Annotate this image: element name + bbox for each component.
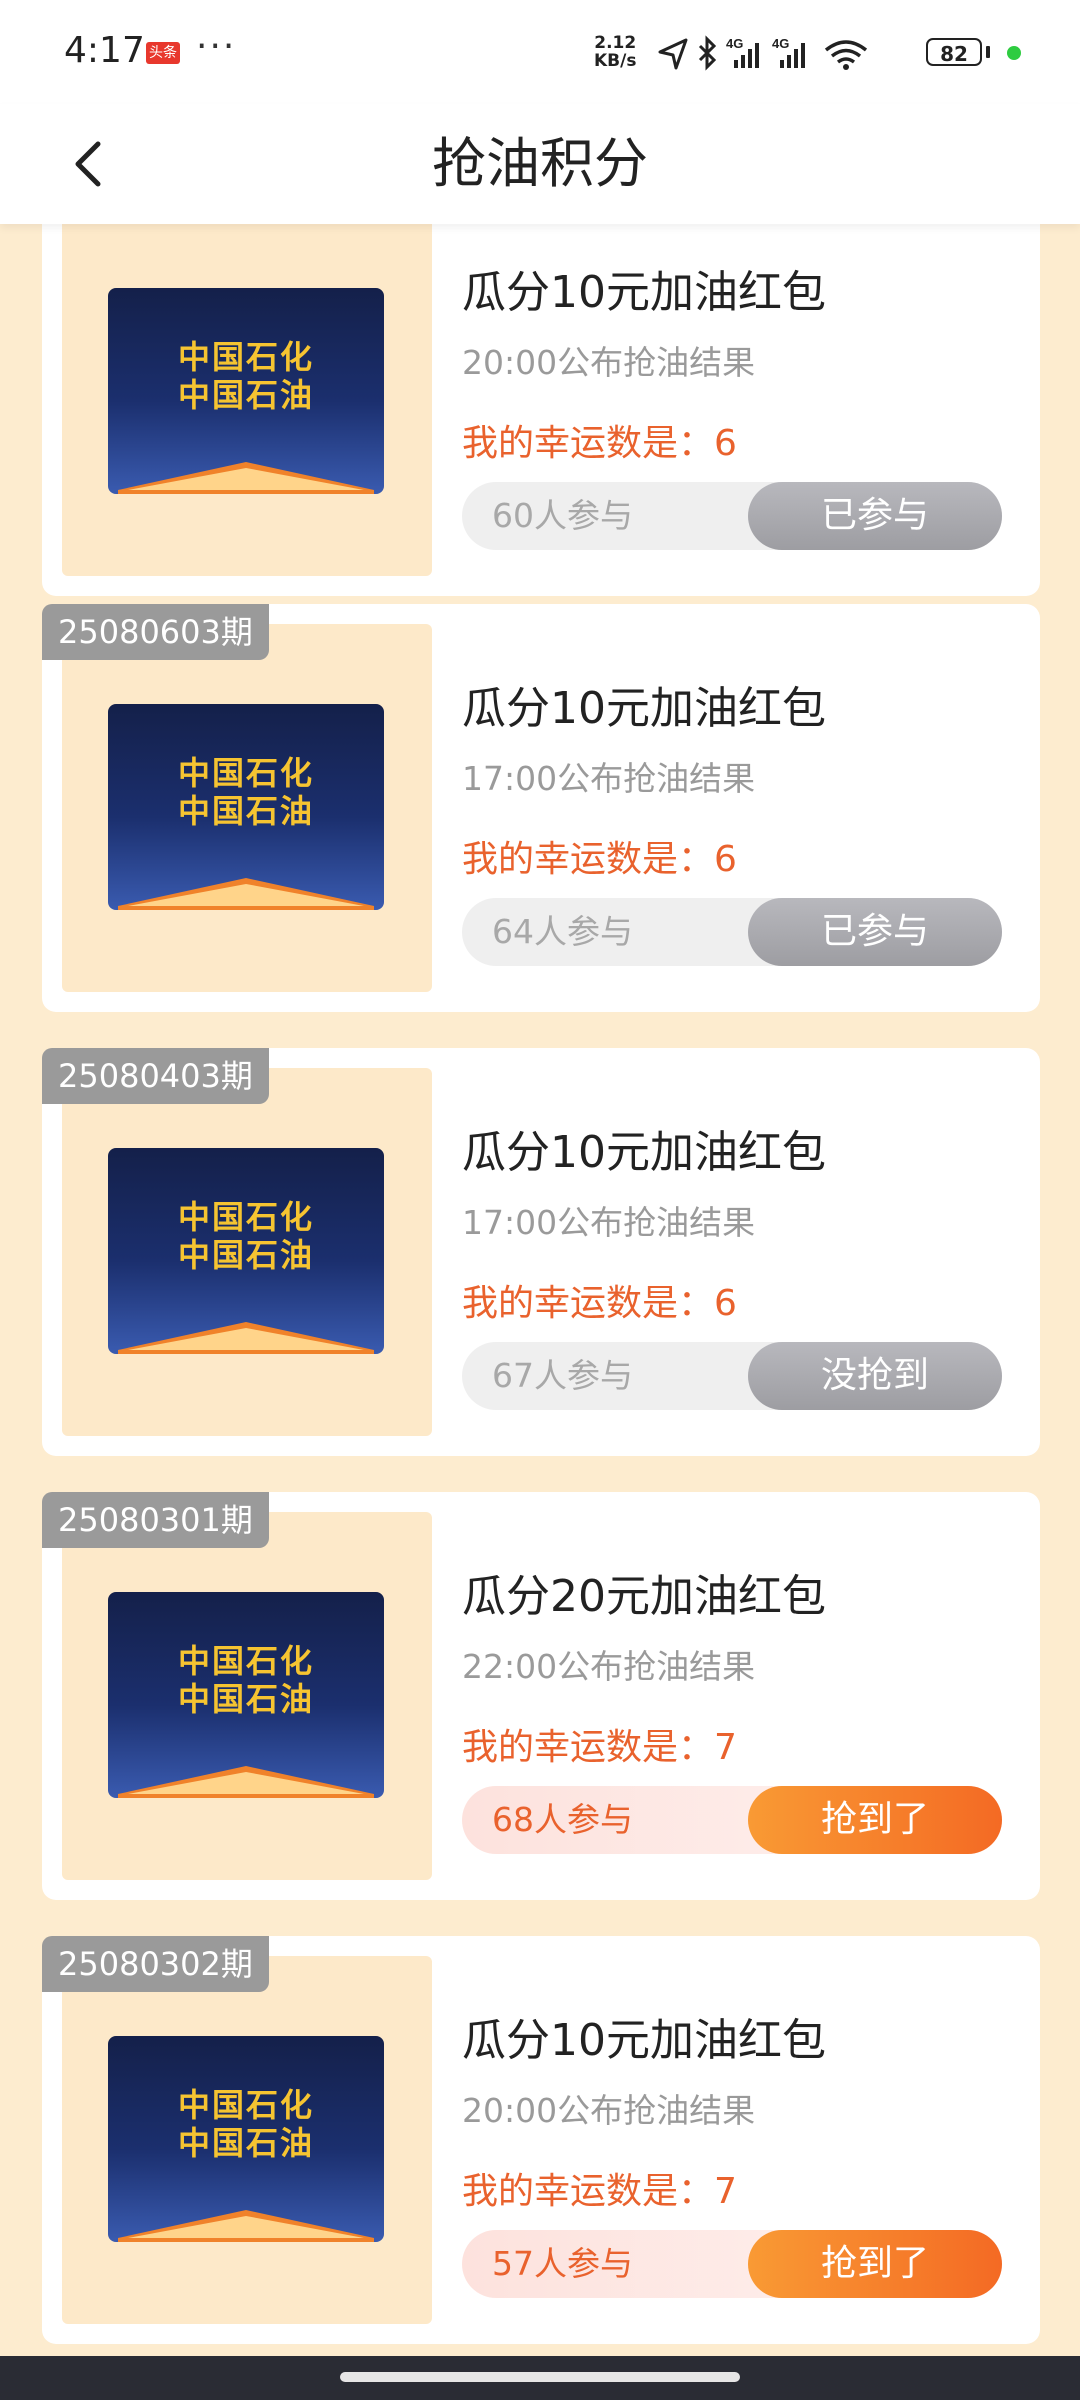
- battery-icon: 82: [926, 38, 982, 66]
- bluetooth-icon: [698, 35, 717, 71]
- location-icon: [658, 38, 688, 70]
- brand-line-1: 中国石化: [177, 1198, 314, 1236]
- card-title: 瓜分10元加油红包: [462, 683, 826, 734]
- brand-line-2: 中国石油: [177, 376, 314, 414]
- lucky-number: 我的幸运数是：7: [462, 2171, 737, 2212]
- participants-count: 64人参与: [492, 912, 633, 951]
- brand-text: 中国石化 中国石油: [108, 1198, 384, 1274]
- home-indicator[interactable]: [340, 2372, 740, 2382]
- status-button[interactable]: 已参与: [748, 482, 1002, 550]
- toutiao-notification-icon: 头条: [146, 42, 180, 64]
- brand-line-2: 中国石油: [177, 1680, 314, 1718]
- participants-bar: 64人参与 已参与: [462, 898, 1002, 966]
- status-button[interactable]: 已参与: [748, 898, 1002, 966]
- brand-line-2: 中国石油: [177, 2124, 314, 2162]
- system-nav-bar: [0, 2356, 1080, 2400]
- card-result-time: 17:00公布抢油结果: [462, 759, 756, 798]
- battery-tip: [986, 46, 990, 58]
- page-title: 抢油积分: [432, 132, 648, 195]
- period-tag: 25080403期: [42, 1048, 269, 1104]
- gas-station-image: 中国石化 中国石油: [108, 2036, 384, 2242]
- period-tag: 25080301期: [42, 1492, 269, 1548]
- gas-station-canopy-icon: [118, 878, 374, 910]
- status-button[interactable]: 没抢到: [748, 1342, 1002, 1410]
- card-title: 瓜分10元加油红包: [462, 1127, 826, 1178]
- gas-station-image: 中国石化 中国石油: [108, 1592, 384, 1798]
- participants-bar: 57人参与 抢到了: [462, 2230, 1002, 2298]
- draw-card[interactable]: 中国石化 中国石油 25080301期 瓜分20元加油红包 22:00公布抢油结…: [42, 1492, 1040, 1900]
- network-speed: 2.12 KB/s: [594, 34, 636, 70]
- period-tag: 25080302期: [42, 1936, 269, 1992]
- participants-bar: 67人参与 没抢到: [462, 1342, 1002, 1410]
- card-title: 瓜分10元加油红包: [462, 2015, 826, 2066]
- gas-station-image: 中国石化 中国石油: [108, 704, 384, 910]
- card-title: 瓜分20元加油红包: [462, 1571, 826, 1622]
- thumb-panel: 中国石化 中国石油: [62, 224, 432, 576]
- card-result-time: 17:00公布抢油结果: [462, 1203, 756, 1242]
- brand-line-1: 中国石化: [177, 1642, 314, 1680]
- brand-line-2: 中国石油: [177, 1236, 314, 1274]
- brand-line-1: 中国石化: [177, 338, 314, 376]
- thumb-panel: 中国石化 中国石油: [62, 1512, 432, 1880]
- signal-1-icon: 4G: [726, 36, 759, 68]
- network-speed-unit: KB/s: [594, 51, 637, 71]
- participants-count: 67人参与: [492, 1356, 633, 1395]
- participants-bar: 68人参与 抢到了: [462, 1786, 1002, 1854]
- participants-bar: 60人参与 已参与: [462, 482, 1002, 550]
- brand-line-2: 中国石油: [177, 792, 314, 830]
- signal-2-icon: 4G: [772, 36, 805, 68]
- signal-2-label: 4G: [772, 36, 789, 51]
- thumb-panel: 中国石化 中国石油: [62, 1956, 432, 2324]
- draw-list[interactable]: 中国石化 中国石油 瓜分10元加油红包 20:00公布抢油结果 我的幸运数是：6…: [0, 224, 1080, 2356]
- status-time: 4:17: [64, 30, 145, 71]
- lucky-number: 我的幸运数是：6: [462, 423, 737, 464]
- brand-text: 中国石化 中国石油: [108, 2086, 384, 2162]
- period-tag: 25080603期: [42, 604, 269, 660]
- participants-count: 60人参与: [492, 496, 633, 535]
- lucky-number: 我的幸运数是：7: [462, 1727, 737, 1768]
- draw-card[interactable]: 中国石化 中国石油 25080403期 瓜分10元加油红包 17:00公布抢油结…: [42, 1048, 1040, 1456]
- brand-text: 中国石化 中国石油: [108, 1642, 384, 1718]
- network-speed-value: 2.12: [594, 33, 637, 53]
- card-result-time: 20:00公布抢油结果: [462, 343, 756, 382]
- card-title: 瓜分10元加油红包: [462, 267, 826, 318]
- gas-station-canopy-icon: [118, 1322, 374, 1354]
- app-header: 抢油积分: [0, 104, 1080, 224]
- card-result-time: 20:00公布抢油结果: [462, 2091, 756, 2130]
- thumb-panel: 中国石化 中国石油: [62, 624, 432, 992]
- status-button[interactable]: 抢到了: [748, 1786, 1002, 1854]
- gas-station-image: 中国石化 中国石油: [108, 1148, 384, 1354]
- brand-text: 中国石化 中国石油: [108, 754, 384, 830]
- status-bar: 4:17 头条 ··· 2.12 KB/s 4G 4G 82: [0, 0, 1080, 104]
- gas-station-canopy-icon: [118, 2210, 374, 2242]
- brand-line-1: 中国石化: [177, 754, 314, 792]
- privacy-indicator-dot: [1007, 46, 1021, 60]
- status-icons: 4G 4G: [658, 35, 868, 71]
- lucky-number: 我的幸运数是：6: [462, 839, 737, 880]
- draw-card[interactable]: 中国石化 中国石油 25080603期 瓜分10元加油红包 17:00公布抢油结…: [42, 604, 1040, 1012]
- participants-count: 68人参与: [492, 1800, 633, 1839]
- status-button[interactable]: 抢到了: [748, 2230, 1002, 2298]
- brand-line-1: 中国石化: [177, 2086, 314, 2124]
- draw-card[interactable]: 中国石化 中国石油 瓜分10元加油红包 20:00公布抢油结果 我的幸运数是：6…: [42, 224, 1040, 596]
- gas-station-canopy-icon: [118, 462, 374, 494]
- lucky-number: 我的幸运数是：6: [462, 1283, 737, 1324]
- gas-station-image: 中国石化 中国石油: [108, 288, 384, 494]
- brand-text: 中国石化 中国石油: [108, 338, 384, 414]
- more-notifications-icon: ···: [196, 26, 237, 67]
- wifi-icon: [824, 40, 868, 70]
- participants-count: 57人参与: [492, 2244, 633, 2283]
- thumb-panel: 中国石化 中国石油: [62, 1068, 432, 1436]
- gas-station-canopy-icon: [118, 1766, 374, 1798]
- card-result-time: 22:00公布抢油结果: [462, 1647, 756, 1686]
- draw-card[interactable]: 中国石化 中国石油 25080302期 瓜分10元加油红包 20:00公布抢油结…: [42, 1936, 1040, 2344]
- signal-1-label: 4G: [726, 36, 743, 51]
